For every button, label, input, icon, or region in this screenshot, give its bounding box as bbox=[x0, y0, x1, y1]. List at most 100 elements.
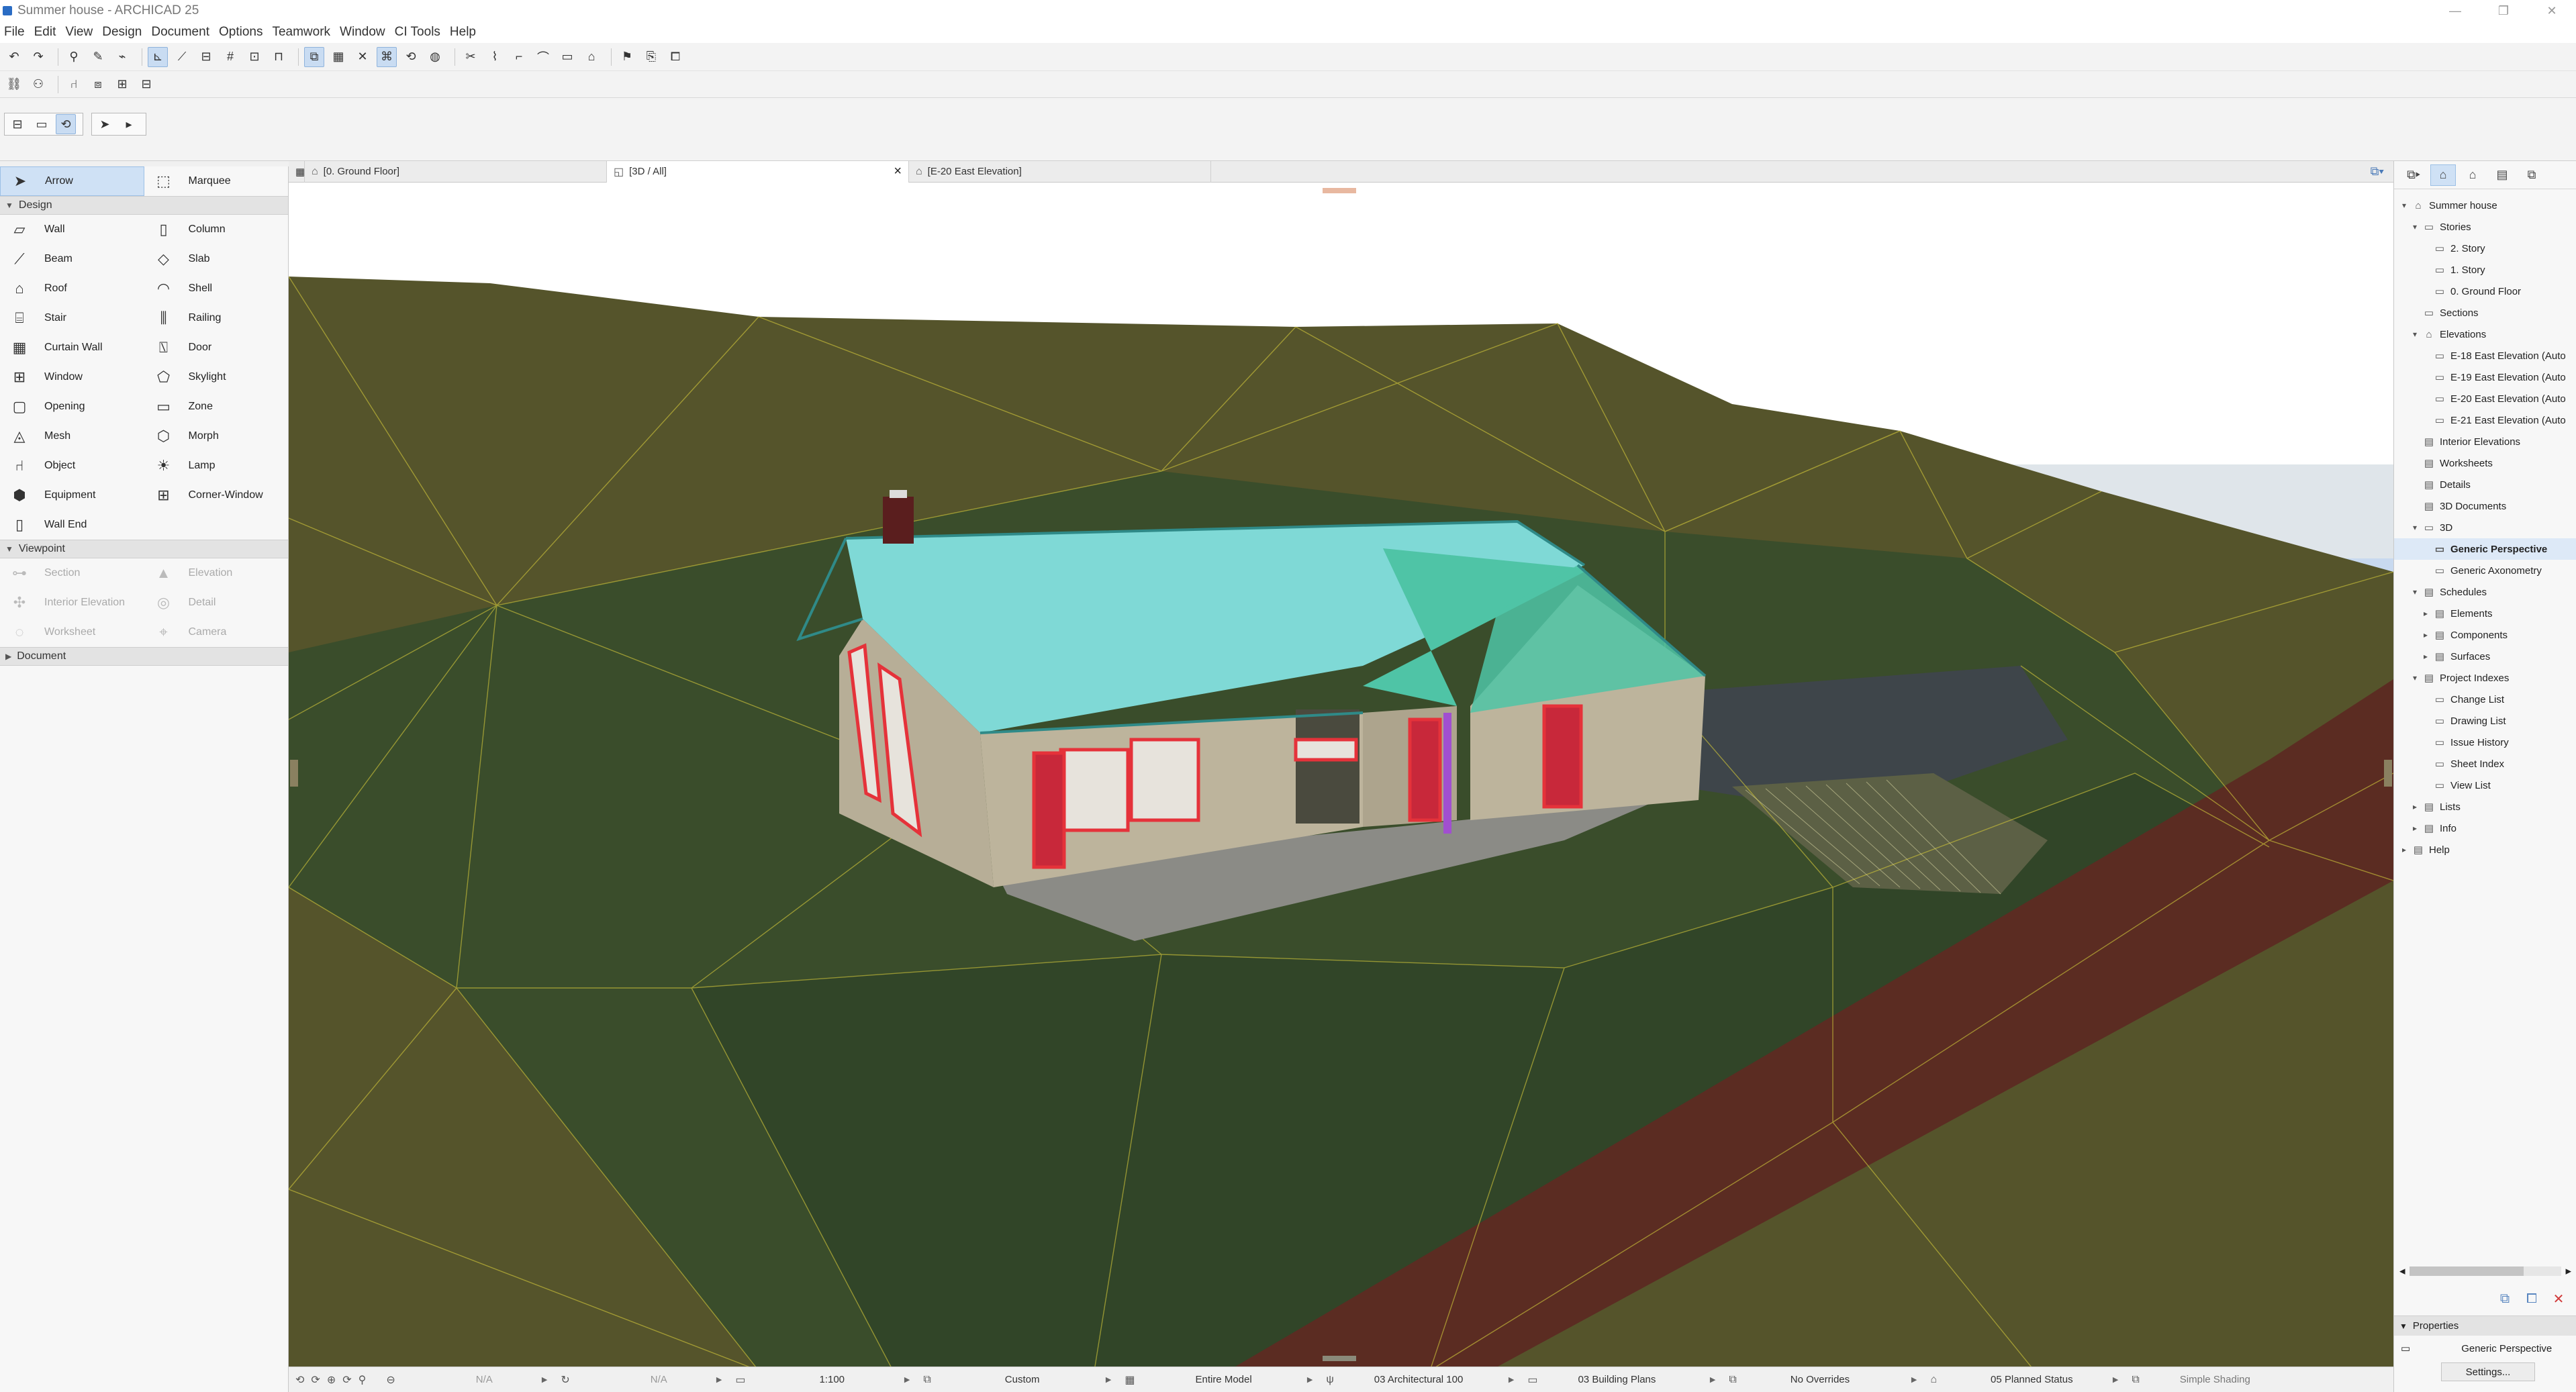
navigator-item[interactable]: ▾ ▤ Schedules bbox=[2394, 581, 2576, 603]
lock-icon[interactable]: ⊓ bbox=[269, 47, 289, 67]
tool-slab[interactable]: ◇ Slab bbox=[144, 244, 289, 274]
menu-file[interactable]: File bbox=[4, 25, 25, 40]
tool-roof[interactable]: ⌂ Roof bbox=[0, 274, 144, 303]
split-icon[interactable]: ⌇ bbox=[485, 47, 505, 67]
adjust-icon[interactable]: ⌐ bbox=[509, 47, 529, 67]
navigator-item[interactable]: ▤ Details bbox=[2394, 474, 2576, 495]
tree-expander-icon[interactable]: ▸ bbox=[2410, 802, 2420, 811]
graphic-override-field[interactable]: ⧉ No Overrides ▶ bbox=[1722, 1367, 1923, 1392]
tool-window[interactable]: ⊞ Window bbox=[0, 362, 144, 392]
viewpoint-section-header[interactable]: ▼ Viewpoint bbox=[0, 540, 288, 558]
menu-teamwork[interactable]: Teamwork bbox=[272, 25, 330, 40]
project-map-icon[interactable]: ⌂ bbox=[2430, 164, 2456, 186]
navigator-horizontal-scrollbar[interactable]: ◂ ▸ bbox=[2399, 1264, 2571, 1278]
navigator-item[interactable]: ▭ Change List bbox=[2394, 689, 2576, 710]
fillet-icon[interactable]: ⌒ bbox=[533, 47, 553, 67]
tree-expander-icon[interactable]: ▸ bbox=[2421, 609, 2430, 618]
tool-shell[interactable]: ◠ Shell bbox=[144, 274, 289, 303]
pointer-icon[interactable]: ➤ bbox=[95, 114, 115, 134]
navigator-item[interactable]: ▾ ⌂ Elevations bbox=[2394, 324, 2576, 345]
layout-book-icon[interactable]: ▤ bbox=[2489, 164, 2515, 186]
tool-detail[interactable]: ◎ Detail bbox=[144, 588, 289, 617]
chevron-right-icon[interactable]: ▸ bbox=[119, 114, 139, 134]
tree-expander-icon[interactable]: ▸ bbox=[2421, 652, 2430, 661]
grid-element-icon[interactable]: ⊟ bbox=[136, 74, 156, 95]
tool-interior-elevation[interactable]: ✣ Interior Elevation bbox=[0, 588, 144, 617]
tool-section[interactable]: ⊶ Section bbox=[0, 558, 144, 588]
new-folder-icon[interactable]: ⧠ bbox=[2518, 1289, 2545, 1309]
close-window-button[interactable]: ✕ bbox=[2528, 0, 2576, 21]
minimize-button[interactable]: — bbox=[2431, 0, 2479, 21]
delete-icon[interactable]: ✕ bbox=[2545, 1289, 2572, 1309]
tool-wall[interactable]: ▱ Wall bbox=[0, 215, 144, 244]
right-panel-handle[interactable] bbox=[2384, 760, 2392, 787]
menu-edit[interactable]: Edit bbox=[34, 25, 56, 40]
settings-button[interactable]: Settings... bbox=[2441, 1362, 2535, 1381]
left-panel-handle[interactable] bbox=[290, 760, 298, 787]
tree-expander-icon[interactable]: ▾ bbox=[2410, 673, 2420, 683]
model-view-options-field[interactable]: ▭ 03 Building Plans ▶ bbox=[1521, 1367, 1722, 1392]
renovation-filter-field[interactable]: ⌂ 05 Planned Status ▶ bbox=[1923, 1367, 2125, 1392]
navigator-item[interactable]: ▾ ⌂ Summer house bbox=[2394, 195, 2576, 216]
navigator-item[interactable]: ▭ View List bbox=[2394, 775, 2576, 796]
tool-morph[interactable]: ⬡ Morph bbox=[144, 421, 289, 451]
navigator-item[interactable]: ▾ ▭ Stories bbox=[2394, 216, 2576, 238]
tool-mesh[interactable]: ◬ Mesh bbox=[0, 421, 144, 451]
navigator-item[interactable]: ▸ ▤ Info bbox=[2394, 817, 2576, 839]
tool-object[interactable]: ⑁ Object bbox=[0, 451, 144, 481]
design-section-header[interactable]: ▼ Design bbox=[0, 196, 288, 215]
shading-field[interactable]: ⧉ Simple Shading bbox=[2125, 1367, 2279, 1392]
navigator-item[interactable]: ▸ ▤ Help bbox=[2394, 839, 2576, 860]
roof-trim-icon[interactable]: ⌂ bbox=[581, 47, 602, 67]
flag-icon[interactable]: ⚑ bbox=[617, 47, 637, 67]
angle-field[interactable]: ↻ N/A ▶ bbox=[554, 1367, 728, 1392]
tool-worksheet[interactable]: ◌ Worksheet bbox=[0, 617, 144, 647]
navigator-item[interactable]: ▭ E-18 East Elevation (Auto bbox=[2394, 345, 2576, 366]
menu-window[interactable]: Window bbox=[340, 25, 385, 40]
tool-door[interactable]: ⍂ Door bbox=[144, 333, 289, 362]
menu-view[interactable]: View bbox=[65, 25, 93, 40]
scroll-right-icon[interactable]: ▸ bbox=[2565, 1264, 2571, 1278]
menu-options[interactable]: Options bbox=[219, 25, 263, 40]
3d-view-icon[interactable]: ⟲ bbox=[56, 114, 76, 134]
restore-button[interactable]: ❐ bbox=[2479, 0, 2528, 21]
navigator-item[interactable]: ▾ ▭ 3D bbox=[2394, 517, 2576, 538]
layout-grid-icon[interactable]: ▦ bbox=[328, 47, 348, 67]
tool-corner-window[interactable]: ⊞ Corner-Window bbox=[144, 481, 289, 510]
floor-plan-view-icon[interactable]: ⊟ bbox=[7, 114, 28, 134]
zoom-field[interactable]: ⊖ N/A ▶ bbox=[379, 1367, 554, 1392]
tool-column[interactable]: ▯ Column bbox=[144, 215, 289, 244]
tool-skylight[interactable]: ⬠ Skylight bbox=[144, 362, 289, 392]
navigator-item[interactable]: ▭ Sheet Index bbox=[2394, 753, 2576, 775]
3d-viewport[interactable] bbox=[289, 183, 2393, 1371]
magic-wand-icon[interactable]: ⌘ bbox=[377, 46, 397, 67]
scroll-thumb[interactable] bbox=[2409, 1266, 2524, 1276]
tool-opening[interactable]: ▢ Opening bbox=[0, 392, 144, 421]
navigator-item[interactable]: ▸ ▤ Surfaces bbox=[2394, 646, 2576, 667]
tool-curtain-wall[interactable]: ▦ Curtain Wall bbox=[0, 333, 144, 362]
tool-beam[interactable]: ⟋ Beam bbox=[0, 244, 144, 274]
navigator-item[interactable]: ▭ Issue History bbox=[2394, 732, 2576, 753]
properties-header[interactable]: ▼ Properties bbox=[2394, 1315, 2576, 1336]
tree-expander-icon[interactable]: ▾ bbox=[2410, 587, 2420, 597]
navigator-item[interactable]: ▭ Sections bbox=[2394, 302, 2576, 324]
publisher-sets-icon[interactable]: ⧉ bbox=[2519, 164, 2544, 186]
tool-camera[interactable]: ⌖ Camera bbox=[144, 617, 289, 647]
suspend-groups-icon[interactable]: ⊡ bbox=[244, 47, 265, 67]
save-view-icon[interactable]: ⧉ bbox=[2491, 1289, 2518, 1309]
document-section-header[interactable]: ▶ Document bbox=[0, 647, 288, 666]
guide-lines-icon[interactable]: ⟋ bbox=[172, 47, 192, 67]
orbit-icon[interactable]: ⟲ bbox=[401, 47, 421, 67]
tree-expander-icon[interactable]: ▾ bbox=[2410, 222, 2420, 232]
tool-arrow[interactable]: ➤ Arrow bbox=[0, 166, 144, 196]
tab-3d-all[interactable]: ◱ [3D / All] × bbox=[607, 160, 909, 183]
pick-up-parameters-icon[interactable]: ⚲ bbox=[64, 47, 84, 67]
tool-zone[interactable]: ▭ Zone bbox=[144, 392, 289, 421]
undo-icon[interactable]: ↶ bbox=[4, 47, 24, 67]
navigator-item[interactable]: ▭ 1. Story bbox=[2394, 259, 2576, 281]
menu-design[interactable]: Design bbox=[102, 25, 142, 40]
tool-stair[interactable]: ⌸ Stair bbox=[0, 303, 144, 333]
snap-guides-icon[interactable]: ⊾ bbox=[148, 46, 168, 67]
menu-help[interactable]: Help bbox=[450, 25, 476, 40]
undo-zoom-icon[interactable]: ⟲ ⟳ ⊕ ⟳ ⚲ bbox=[289, 1367, 379, 1392]
